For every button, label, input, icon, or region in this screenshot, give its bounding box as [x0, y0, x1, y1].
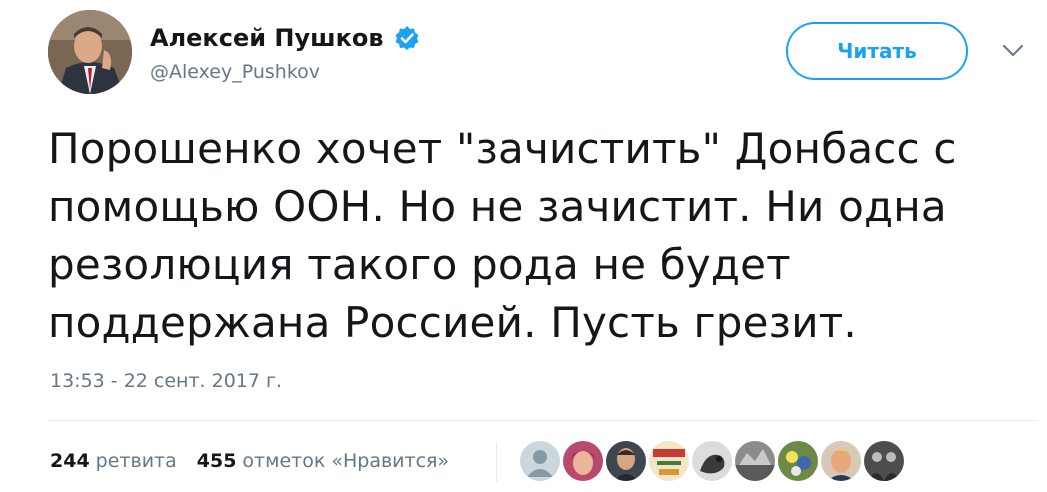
tweet-text-line: поддержана Россией. Пусть грезит.	[48, 298, 857, 347]
liker-avatar[interactable]	[778, 441, 818, 481]
default-avatar-icon[interactable]	[520, 441, 560, 481]
author-avatar[interactable]	[48, 10, 132, 94]
verified-badge-icon	[394, 25, 420, 51]
tweet-header: Алексей Пушков @Alexey_Pushkov Читать	[48, 10, 1038, 94]
tweet-text-line: резолюция такого рода не будет	[48, 240, 791, 289]
retweet-count-label: ретвита	[95, 450, 177, 472]
author-name[interactable]: Алексей Пушков	[150, 24, 384, 52]
liker-avatar[interactable]	[735, 441, 775, 481]
retweet-count-number: 244	[50, 450, 90, 472]
liker-avatar[interactable]	[606, 441, 646, 481]
liker-avatar[interactable]	[864, 441, 904, 481]
liker-avatar[interactable]	[692, 441, 732, 481]
like-count[interactable]: 455 отметок «Нравится»	[197, 450, 449, 472]
author-handle[interactable]: @Alexey_Pushkov	[150, 61, 320, 83]
like-count-number: 455	[196, 450, 237, 472]
tweet-stats: 244 ретвита 455 отметок «Нравится»	[50, 450, 469, 472]
follow-button[interactable]: Читать	[786, 22, 968, 80]
likers-avatars	[520, 441, 907, 481]
tweet-text: Порошенко хочет "зачистить" Донбасс с по…	[48, 120, 1008, 352]
tweet-text-line: помощью ООН. Но не зачистит. Ни одна	[48, 182, 947, 231]
like-count-label: отметок «Нравится»	[242, 450, 450, 472]
liker-avatar[interactable]	[821, 441, 861, 481]
divider	[48, 420, 1038, 421]
stats-separator	[496, 442, 497, 482]
tweet-timestamp[interactable]: 13:53 - 22 сент. 2017 г.	[50, 370, 282, 392]
tweet-text-line: Порошенко хочет "зачистить" Донбасс с	[48, 124, 957, 173]
chevron-down-icon[interactable]	[1000, 40, 1026, 60]
retweet-count[interactable]: 244 ретвита	[50, 450, 177, 472]
liker-avatar[interactable]	[563, 441, 603, 481]
liker-avatar[interactable]	[649, 441, 689, 481]
